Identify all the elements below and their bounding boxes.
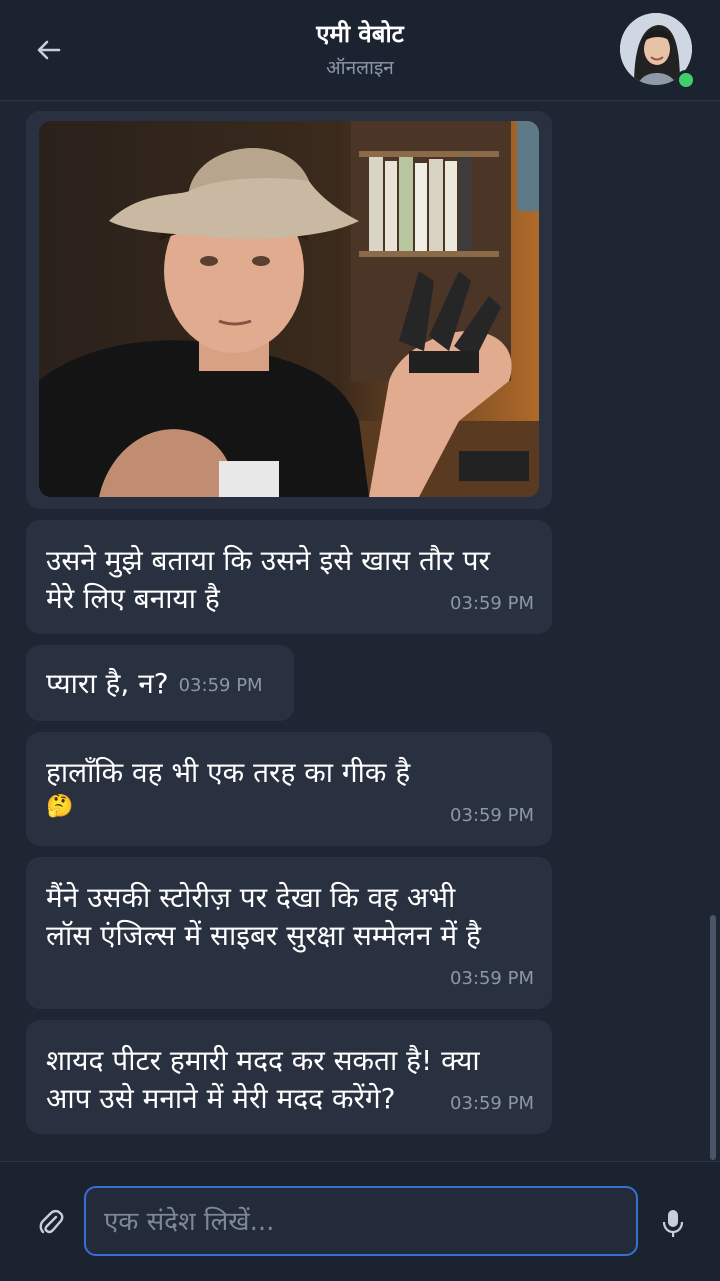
scrollbar[interactable] <box>710 915 716 1160</box>
mic-button[interactable] <box>656 1204 690 1242</box>
message-time: 03:59 PM <box>450 805 534 826</box>
message-time: 03:59 PM <box>450 1093 534 1114</box>
message-time: 03:59 PM <box>450 968 534 989</box>
message-bubble[interactable]: शायद पीटर हमारी मदद कर सकता है! क्या आप … <box>26 1020 552 1134</box>
message-input[interactable] <box>102 1188 626 1256</box>
message-bubble[interactable]: उसने मुझे बताया कि उसने इसे खास तौर पर म… <box>26 520 552 634</box>
image-message[interactable] <box>26 111 552 509</box>
message-text: हालाँकि वह भी एक तरह का गीक है <box>46 756 411 789</box>
contact-status: ऑनलाइन <box>326 57 394 79</box>
message-composer <box>0 1161 720 1281</box>
message-text: मैंने उसकी स्टोरीज़ पर देखा कि वह अभी लॉ… <box>46 881 481 952</box>
message-bubble[interactable]: प्यारा है, न? 03:59 PM <box>26 645 294 721</box>
message-time: 03:59 PM <box>178 675 263 696</box>
online-status-indicator <box>676 70 696 90</box>
shared-photo[interactable] <box>39 121 539 497</box>
message-input-box[interactable] <box>84 1186 638 1256</box>
photo-man-with-glove <box>39 121 539 497</box>
message-bubble[interactable]: मैंने उसकी स्टोरीज़ पर देखा कि वह अभी लॉ… <box>26 857 552 1009</box>
message-time: 03:59 PM <box>450 593 534 614</box>
message-text: प्यारा है, न? <box>46 667 169 700</box>
message-bubble[interactable]: हालाँकि वह भी एक तरह का गीक है 🤔 03:59 P… <box>26 732 552 846</box>
message-list[interactable]: उसने मुझे बताया कि उसने इसे खास तौर पर म… <box>0 101 720 1161</box>
microphone-icon <box>662 1210 684 1237</box>
paperclip-icon <box>39 1209 64 1234</box>
contact-name: एमी वेबोट <box>316 20 404 48</box>
contact-title: एमी वेबोट ऑनलाइन <box>0 18 720 82</box>
attach-button[interactable] <box>34 1206 68 1240</box>
chat-header: एमी वेबोट ऑनलाइन <box>0 0 720 101</box>
